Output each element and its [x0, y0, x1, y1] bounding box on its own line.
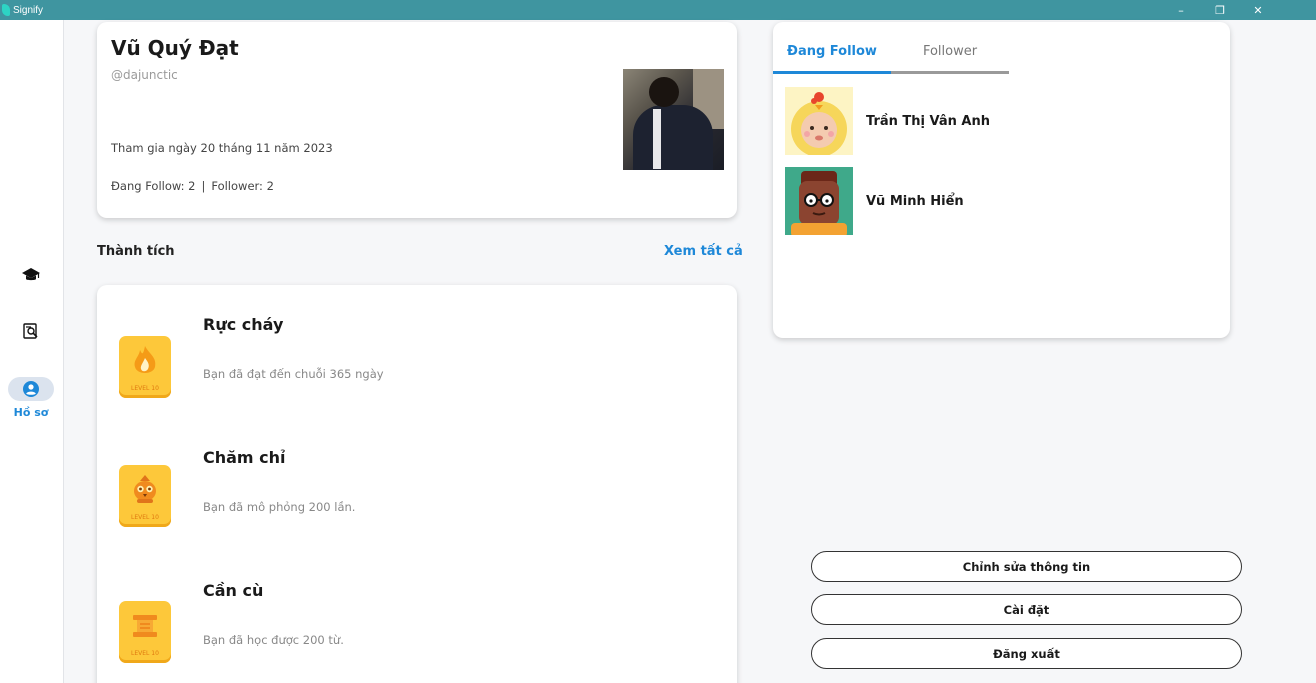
- profile-card: Vũ Quý Đạt @dajunctic Tham gia ngày 20 t…: [97, 22, 737, 218]
- tab-following[interactable]: Đang Follow: [773, 44, 891, 59]
- achievement-item[interactable]: LEVEL 10 Rực cháy Bạn đã đạt đến chuỗi 3…: [97, 285, 737, 415]
- profile-photo[interactable]: [623, 69, 724, 170]
- flame-icon: LEVEL 10: [119, 336, 171, 398]
- profile-username: @dajunctic: [111, 68, 178, 82]
- achievement-title: Chăm chỉ: [203, 448, 286, 467]
- stats-separator: |: [201, 179, 206, 193]
- avatar: [785, 87, 853, 155]
- dumbbell-icon: LEVEL 10: [119, 601, 171, 663]
- follow-user-name: Vũ Minh Hiển: [866, 193, 964, 209]
- follow-user-name: Trần Thị Vân Anh: [866, 113, 990, 129]
- profile-follow-stats: Đang Follow: 2 | Follower: 2: [111, 179, 274, 193]
- app-title: Signify: [0, 0, 43, 20]
- achievement-item[interactable]: LEVEL 10 Cần cù Bạn đã học được 200 từ.: [97, 551, 737, 681]
- achievement-title: Rực cháy: [203, 315, 284, 334]
- restore-button[interactable]: ❐: [1202, 0, 1238, 20]
- avatar: [785, 167, 853, 235]
- following-count[interactable]: Đang Follow: 2: [111, 179, 196, 193]
- badge-level: LEVEL 10: [131, 650, 159, 657]
- sidebar-item-label: Hồ sơ: [13, 406, 49, 419]
- achievement-item[interactable]: LEVEL 10 Chăm chỉ Bạn đã mô phỏng 200 lầ…: [97, 418, 737, 548]
- edit-profile-button[interactable]: Chỉnh sửa thông tin: [811, 551, 1242, 582]
- badge-level: LEVEL 10: [131, 385, 159, 392]
- settings-button[interactable]: Cài đặt: [811, 594, 1242, 625]
- achievement-title: Cần cù: [203, 581, 264, 600]
- tab-active-indicator: [773, 71, 891, 74]
- sidebar: Hồ sơ: [0, 20, 64, 683]
- follow-tabs: Đang Follow Follower: [773, 44, 1009, 74]
- achievements-card: LEVEL 10 Rực cháy Bạn đã đạt đến chuỗi 3…: [97, 285, 737, 683]
- graduation-cap-icon: [21, 265, 41, 285]
- minimize-button[interactable]: –: [1163, 0, 1199, 20]
- badge-level: LEVEL 10: [131, 514, 159, 521]
- sidebar-item-dictionary[interactable]: [0, 321, 62, 341]
- follow-user-row[interactable]: Trần Thị Vân Anh: [785, 87, 1205, 155]
- follower-count[interactable]: Follower: 2: [211, 179, 274, 193]
- title-bar: Signify – ❐ ✕: [0, 0, 1316, 20]
- profile-name: Vũ Quý Đạt: [111, 36, 239, 60]
- logout-button[interactable]: Đăng xuất: [811, 638, 1242, 669]
- sidebar-item-learn[interactable]: [0, 265, 62, 285]
- follow-card: Đang Follow Follower Trần Thị Vân Anh Vũ…: [773, 22, 1230, 338]
- owl-icon: LEVEL 10: [119, 465, 171, 527]
- achievement-desc: Bạn đã mô phỏng 200 lần.: [203, 500, 356, 514]
- app-logo-icon: [2, 4, 10, 16]
- tab-followers[interactable]: Follower: [891, 44, 1009, 59]
- achievements-heading: Thành tích: [97, 244, 175, 259]
- achievement-desc: Bạn đã đạt đến chuỗi 365 ngày: [203, 367, 384, 381]
- document-search-icon: [21, 321, 41, 341]
- app-name: Signify: [13, 4, 44, 16]
- account-circle-icon: [8, 377, 54, 401]
- see-all-link[interactable]: Xem tất cả: [664, 244, 743, 259]
- achievement-desc: Bạn đã học được 200 từ.: [203, 633, 344, 647]
- sidebar-item-profile[interactable]: Hồ sơ: [0, 377, 62, 419]
- follow-user-row[interactable]: Vũ Minh Hiển: [785, 167, 1205, 235]
- profile-join-date: Tham gia ngày 20 tháng 11 năm 2023: [111, 141, 333, 155]
- close-button[interactable]: ✕: [1240, 0, 1276, 20]
